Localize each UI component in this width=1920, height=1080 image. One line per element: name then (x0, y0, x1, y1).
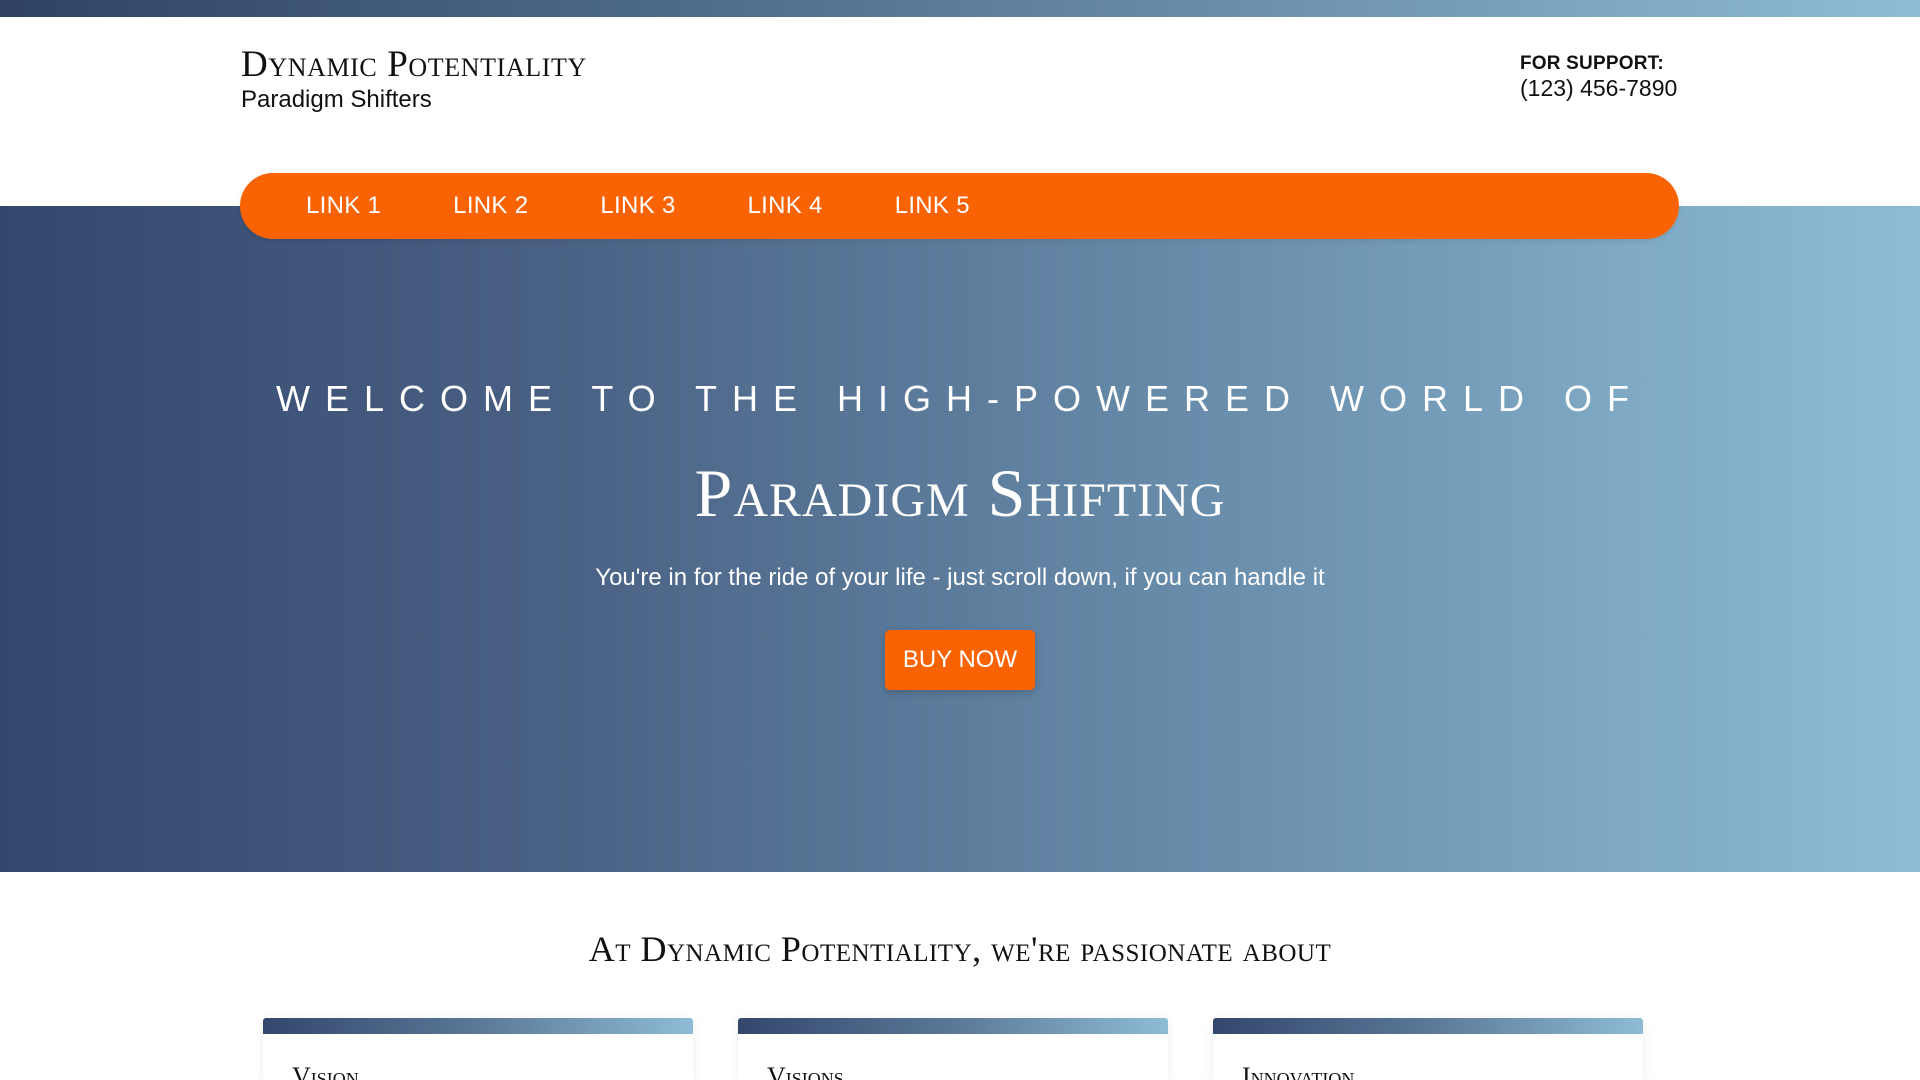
passion-heading: At Dynamic Potentiality, we're passionat… (588, 929, 1332, 969)
buy-now-button[interactable]: BUY NOW (885, 630, 1035, 690)
card-title: Innovation (1242, 1062, 1355, 1080)
nav-link-3[interactable]: LINK 3 (600, 192, 675, 220)
main-nav: LINK 1 LINK 2 LINK 3 LINK 4 LINK 5 (240, 173, 1679, 239)
brand[interactable]: Dynamic Potentiality Paradigm Shifters (241, 45, 587, 114)
support-label: FOR SUPPORT: (1520, 53, 1664, 74)
support-phone[interactable]: (123) 456-7890 (1520, 75, 1677, 101)
feature-card-visions[interactable]: Visions (738, 1018, 1168, 1080)
nav-link-1[interactable]: LINK 1 (306, 192, 381, 220)
card-title: Vision (292, 1062, 359, 1080)
nav-link-5[interactable]: LINK 5 (895, 192, 970, 220)
hero-kicker: WELCOME TO THE HIGH-POWERED WORLD OF (275, 378, 1645, 419)
brand-subtitle: Paradigm Shifters (241, 86, 432, 113)
hero-content: WELCOME TO THE HIGH-POWERED WORLD OF Par… (0, 206, 1920, 872)
hero-title: Paradigm Shifting (694, 455, 1226, 531)
nav-link-2[interactable]: LINK 2 (453, 192, 528, 220)
feature-card-vision[interactable]: Vision (263, 1018, 693, 1080)
support-info: FOR SUPPORT: (123) 456-7890 (1520, 53, 1677, 101)
feature-card-innovation[interactable]: Innovation (1213, 1018, 1643, 1080)
card-gradient-bar (738, 1018, 1168, 1034)
hero-section: WELCOME TO THE HIGH-POWERED WORLD OF Par… (0, 206, 1920, 872)
card-title: Visions (767, 1062, 844, 1080)
nav-link-4[interactable]: LINK 4 (748, 192, 823, 220)
hero-subtitle: You're in for the ride of your life - ju… (595, 564, 1325, 591)
card-gradient-bar (263, 1018, 693, 1034)
brand-title: Dynamic Potentiality (241, 44, 587, 85)
card-gradient-bar (1213, 1018, 1643, 1034)
top-gradient-strip (0, 0, 1920, 17)
